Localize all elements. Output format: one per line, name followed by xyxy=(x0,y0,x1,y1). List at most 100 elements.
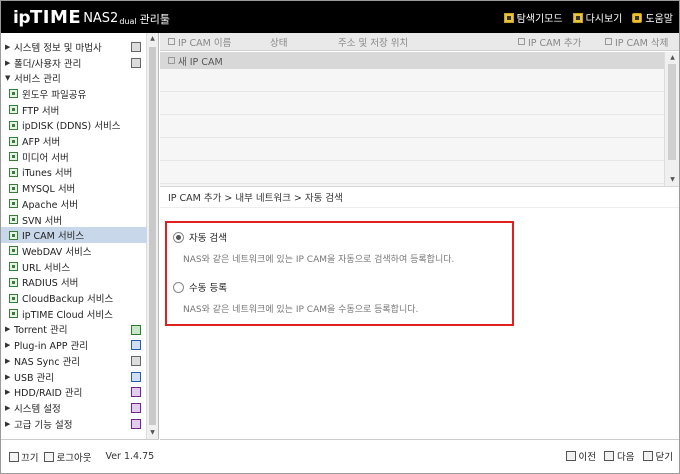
sidebar-item-label: Apache 서버 xyxy=(22,199,78,211)
scroll-up-icon[interactable]: ▲ xyxy=(665,52,680,64)
logo-manager: 관리툴 xyxy=(139,13,170,26)
scroll-up-icon[interactable]: ▲ xyxy=(147,33,158,45)
sidebar-item[interactable]: ▶ 시스템 정보 및 마법사 xyxy=(1,39,147,55)
power-off-button[interactable]: 끄기 xyxy=(9,450,38,464)
scroll-down-icon[interactable]: ▼ xyxy=(665,174,680,186)
empty-row xyxy=(160,92,664,115)
manual-register-radio-row[interactable]: 수동 등록 xyxy=(173,280,418,294)
sidebar-item[interactable]: ▶ 고급 기능 설정 xyxy=(1,416,147,432)
breadcrumb-text: IP CAM 추가 > 내부 네트워크 > 자동 검색 xyxy=(168,193,343,204)
explorer-icon xyxy=(503,12,514,23)
scroll-down-icon[interactable]: ▼ xyxy=(147,427,158,439)
auto-search-radio[interactable] xyxy=(173,231,184,243)
sidebar-item[interactable]: CloudBackup 서비스 xyxy=(1,290,147,306)
sidebar-item-label: AFP 서버 xyxy=(22,137,61,149)
new-ipcam-label: 새 IP CAM xyxy=(178,56,223,68)
hdd-icon xyxy=(131,387,141,398)
sidebar-item[interactable]: FTP 서버 xyxy=(1,102,147,118)
manual-register-radio[interactable] xyxy=(173,281,184,293)
manual-register-desc: NAS와 같은 네트워크에 있는 IP CAM을 수동으로 등록합니다. xyxy=(183,305,419,315)
sidebar-item-label: URL 서비스 xyxy=(22,262,71,274)
add-icon xyxy=(518,38,525,45)
close-button[interactable]: 닫기 xyxy=(642,449,673,463)
logo-time: TIME xyxy=(30,7,82,28)
delete-ipcam-button[interactable]: IP CAM 삭제 xyxy=(605,35,668,49)
sidebar-item-label: 시스템 설정 xyxy=(14,403,61,415)
settings-icon xyxy=(131,403,141,414)
refresh-button[interactable]: 다시보기 xyxy=(572,10,622,25)
service-icon xyxy=(9,215,18,225)
sidebar-item[interactable]: IP CAM 서비스 xyxy=(1,227,147,244)
search-method-box: 자동 검색 NAS와 같은 네트워크에 있는 IP CAM을 자동으로 검색하여… xyxy=(165,221,514,326)
sidebar-item-label: ipDISK (DDNS) 서비스 xyxy=(22,121,121,133)
sidebar-item-label: 고급 기능 설정 xyxy=(14,419,73,431)
sidebar-item[interactable]: RADIUS 서버 xyxy=(1,275,147,291)
next-icon xyxy=(604,451,615,461)
service-icon xyxy=(9,293,18,303)
sidebar-item[interactable]: AFP 서버 xyxy=(1,133,147,149)
sidebar-item[interactable]: ▶ Plug-in APP 관리 xyxy=(1,337,147,353)
sidebar-item[interactable]: ▶ NAS Sync 관리 xyxy=(1,353,147,369)
explorer-mode-button[interactable]: 탐색기모드 xyxy=(503,10,563,25)
sidebar-item[interactable]: ▶ 폴더/사용자 관리 xyxy=(1,55,147,71)
sidebar-item[interactable]: ▶ Torrent 관리 xyxy=(1,322,147,338)
prev-icon xyxy=(565,451,576,461)
sidebar-item[interactable]: MYSQL 서버 xyxy=(1,180,147,196)
wizard-footer: 이전 다음 닫기 xyxy=(160,439,679,473)
auto-search-radio-row[interactable]: 자동 검색 xyxy=(173,230,454,244)
power-icon xyxy=(9,451,19,462)
col-camera-name: IP CAM 이름 xyxy=(168,35,231,49)
service-icon xyxy=(9,152,18,162)
next-button[interactable]: 다음 xyxy=(604,449,635,463)
sync-icon xyxy=(131,356,141,366)
sidebar-item[interactable]: ▼ 서비스 관리 xyxy=(1,70,147,86)
sidebar-scrollbar[interactable]: ▲ ▼ xyxy=(146,33,158,439)
col-status: 상태 xyxy=(270,37,288,49)
service-icon xyxy=(9,136,18,146)
service-icon xyxy=(9,199,18,209)
collapsed-arrow-icon: ▶ xyxy=(5,403,11,412)
sidebar-item[interactable]: 윈도우 파일공유 xyxy=(1,86,147,102)
service-icon xyxy=(9,246,18,256)
camera-list-scroll-thumb[interactable] xyxy=(668,64,676,160)
camera-list-scrollbar[interactable]: ▲ ▼ xyxy=(664,52,679,186)
sidebar-item-label: WebDAV 서비스 xyxy=(22,246,92,258)
add-ipcam-button[interactable]: IP CAM 추가 xyxy=(518,35,581,49)
sidebar-item-label: FTP 서버 xyxy=(22,105,60,117)
logout-button[interactable]: 로그아웃 xyxy=(44,450,91,464)
sidebar-item[interactable]: SVN 서버 xyxy=(1,212,147,228)
sidebar-item-label: iTunes 서버 xyxy=(22,168,73,180)
next-label: 다음 xyxy=(617,452,635,463)
logout-label: 로그아웃 xyxy=(56,452,92,464)
table-row[interactable]: 새 IP CAM xyxy=(160,52,664,69)
camera-list-header: IP CAM 이름 상태 주소 및 저장 위치 IP CAM 추가 IP CAM… xyxy=(160,33,679,51)
sidebar-item-label: 미디어 서버 xyxy=(22,152,69,164)
help-button[interactable]: 도움말 xyxy=(632,10,673,25)
sidebar-item[interactable]: Apache 서버 xyxy=(1,196,147,212)
sidebar-footer: 끄기 로그아웃 Ver 1.4.75 xyxy=(1,439,159,473)
main-panel: IP CAM 이름 상태 주소 및 저장 위치 IP CAM 추가 IP CAM… xyxy=(160,33,679,439)
sidebar-item[interactable]: ▶ USB 관리 xyxy=(1,369,147,385)
version-text: Ver 1.4.75 xyxy=(105,451,155,462)
explorer-mode-label: 탐색기모드 xyxy=(516,14,563,25)
collapsed-arrow-icon: ▶ xyxy=(5,388,11,397)
service-icon xyxy=(9,105,18,115)
sidebar-item[interactable]: iTunes 서버 xyxy=(1,165,147,181)
delete-icon xyxy=(605,38,612,45)
iptime-logo: ip TIME NAS2 dual 관리툴 xyxy=(13,6,170,29)
sidebar-item[interactable]: ▶ 시스템 설정 xyxy=(1,400,147,416)
sidebar: ▲ ▼ ▶ 시스템 정보 및 마법사 ▶ 폴더/사용자 관리 ▼ 서비스 관리 윈도우 파일… xyxy=(1,33,159,439)
service-icon xyxy=(9,89,18,99)
sidebar-item[interactable]: 미디어 서버 xyxy=(1,149,147,165)
sidebar-scroll-thumb[interactable] xyxy=(149,47,156,425)
empty-row xyxy=(160,69,664,92)
sidebar-item[interactable]: ipTIME Cloud 서비스 xyxy=(1,306,147,322)
sidebar-item[interactable]: ipDISK (DDNS) 서비스 xyxy=(1,118,147,134)
sidebar-item[interactable]: URL 서비스 xyxy=(1,259,147,275)
sidebar-item-label: RADIUS 서버 xyxy=(22,278,79,290)
camera-list: 새 IP CAM xyxy=(160,52,664,186)
sidebar-item[interactable]: ▶ HDD/RAID 관리 xyxy=(1,384,147,400)
sidebar-item[interactable]: WebDAV 서비스 xyxy=(1,243,147,259)
delete-ipcam-label: IP CAM 삭제 xyxy=(615,37,669,49)
prev-button[interactable]: 이전 xyxy=(565,449,596,463)
